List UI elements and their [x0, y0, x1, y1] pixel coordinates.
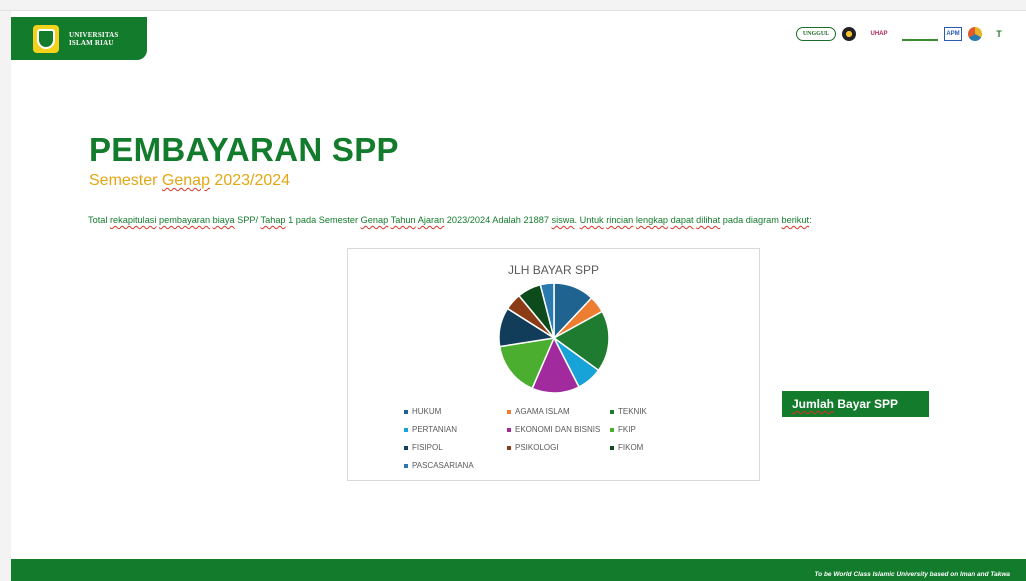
- paragraph-segment: :: [809, 215, 812, 225]
- university-name-line2: ISLAM RIAU: [69, 38, 114, 47]
- legend-item: PSIKOLOGI: [507, 443, 559, 452]
- legend-swatch: [404, 445, 408, 450]
- legend-swatch: [404, 427, 408, 432]
- paragraph-segment: Untuk: [579, 215, 604, 225]
- legend-label: FISIPOL: [412, 443, 443, 452]
- legend-label: TEKNIK: [618, 407, 647, 416]
- legend-label: FKIP: [618, 425, 636, 434]
- legend-swatch: [507, 409, 511, 414]
- legend-label: EKONOMI DAN BISNIS: [515, 425, 601, 434]
- page-subtitle: Semester Genap 2023/2024: [89, 172, 290, 190]
- university-name: UNIVERSITAS ISLAM RIAU: [69, 31, 119, 47]
- pie-chart-panel: JLH BAYAR SPP HUKUM AGAMA ISLAM TEKNIK PERT…: [347, 248, 760, 481]
- summary-paragraph: Total rekapitulasi pembayaran biaya SPP/…: [88, 215, 812, 225]
- page-title: PEMBAYARAN SPP: [89, 131, 399, 168]
- paragraph-segment: 1 pada Semester: [285, 215, 361, 225]
- legend-swatch: [404, 409, 408, 414]
- paragraph-segment: Ajaran: [417, 215, 445, 225]
- paragraph-segment: biaya: [212, 215, 235, 225]
- window-top-strip: [0, 0, 1026, 11]
- bar-logo: [902, 27, 938, 41]
- paragraph-segment: Tahun: [390, 215, 416, 225]
- footer-bar: To be World Class Islamic University bas…: [11, 559, 1026, 581]
- subtitle-post: 2023/2024: [209, 172, 291, 189]
- paragraph-segment: 2023/2024 Adalah 21887: [444, 215, 552, 225]
- legend-swatch: [507, 445, 511, 450]
- legend-item: TEKNIK: [610, 407, 647, 416]
- partner-logos: UNGGUL UHAP APM T: [796, 27, 1010, 41]
- legend-item: FISIPOL: [404, 443, 443, 452]
- legend-item: PASCASARIANA: [404, 461, 474, 470]
- university-name-line1: UNIVERSITAS: [69, 30, 119, 39]
- legend-item: EKONOMI DAN BISNIS: [507, 425, 600, 434]
- apm-logo: APM: [944, 27, 962, 41]
- legend-item: PERTANIAN: [404, 425, 457, 434]
- legend-label: FIKOM: [618, 443, 644, 452]
- paragraph-segment: dilihat: [696, 215, 721, 225]
- slide: UNIVERSITAS ISLAM RIAU UNGGUL UHAP APM T…: [11, 11, 1026, 581]
- legend-swatch: [610, 445, 614, 450]
- paragraph-segment: Total: [88, 215, 110, 225]
- paragraph-segment: dapat: [670, 215, 694, 225]
- legend-swatch: [610, 409, 614, 414]
- subtitle-pre: Semester: [89, 172, 162, 189]
- jumlah-bayar-label: Jumlah Bayar SPP: [782, 391, 929, 417]
- paragraph-segment: rekapitulasi: [109, 215, 157, 225]
- uhap-logo: UHAP: [870, 31, 888, 37]
- paragraph-segment: siswa: [551, 215, 575, 225]
- university-brand: UNIVERSITAS ISLAM RIAU: [11, 17, 147, 60]
- legend-label: PASCASARIANA: [412, 461, 474, 470]
- footer-motto: To be World Class Islamic University bas…: [814, 571, 1010, 578]
- paragraph-segment: lengkap: [635, 215, 669, 225]
- unggul-logo: UNGGUL: [796, 27, 836, 41]
- legend-swatch: [404, 463, 408, 468]
- paragraph-segment: pada diagram: [720, 215, 782, 225]
- jumlah-word: Jumlah: [792, 397, 835, 411]
- paragraph-segment: pembayaran: [159, 215, 211, 225]
- legend-label: HUKUM: [412, 407, 442, 416]
- legend-item: AGAMA ISLAM: [507, 407, 570, 416]
- university-emblem-icon: [33, 24, 59, 53]
- paragraph-segment: Tahap: [260, 215, 286, 225]
- paragraph-segment: rincian: [606, 215, 634, 225]
- legend-label: AGAMA ISLAM: [515, 407, 570, 416]
- legend-label: PSIKOLOGI: [515, 443, 559, 452]
- legend-item: HUKUM: [404, 407, 441, 416]
- paragraph-segment: berikut: [781, 215, 810, 225]
- subtitle-word: Genap: [161, 172, 210, 189]
- legend-label: PERTANIAN: [412, 425, 458, 434]
- jumlah-rest: Bayar SPP: [834, 397, 899, 411]
- circle-logo: [968, 27, 982, 41]
- legend-item: FKIP: [610, 425, 636, 434]
- legend-swatch: [507, 427, 511, 432]
- legend-swatch: [610, 427, 614, 432]
- paragraph-segment: Genap: [360, 215, 389, 225]
- paragraph-segment: SPP/: [234, 215, 261, 225]
- legend-item: FIKOM: [610, 443, 643, 452]
- flower-logo: [842, 27, 856, 41]
- t-logo: T: [996, 29, 1002, 39]
